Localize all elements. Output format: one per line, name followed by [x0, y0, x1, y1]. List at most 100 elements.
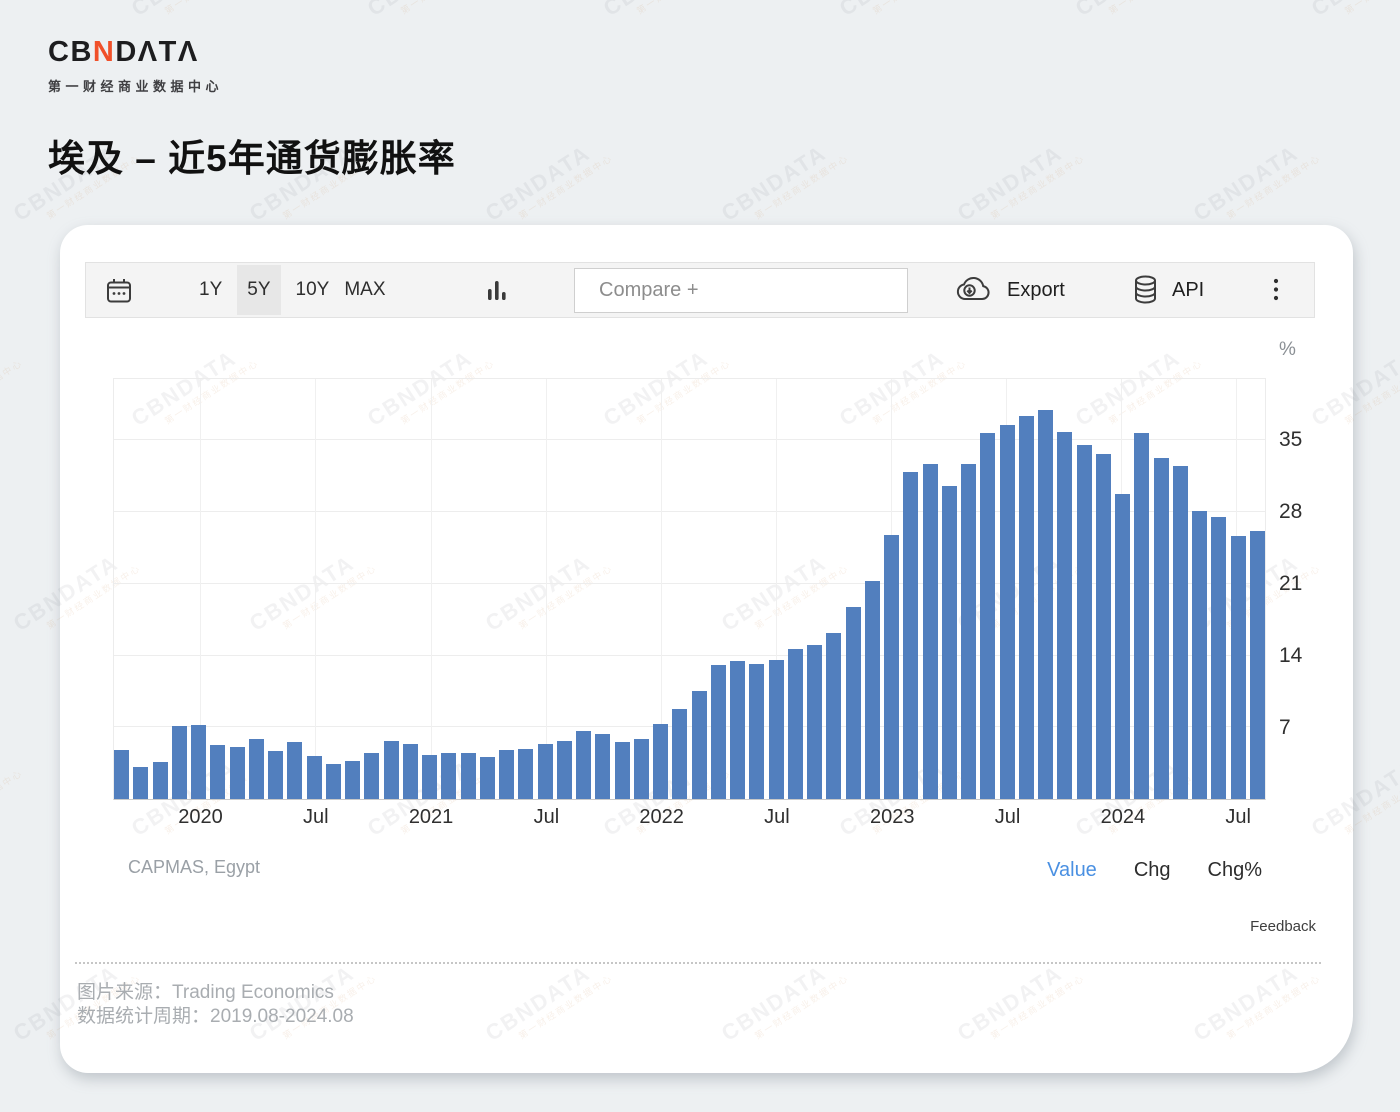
- y-axis: 714212835: [1279, 378, 1349, 800]
- y-axis-unit: %: [1279, 339, 1296, 361]
- calendar-button[interactable]: [104, 276, 134, 306]
- x-axis-label: 2021: [409, 806, 454, 829]
- bar: [807, 645, 822, 799]
- watermark: CBNDATA第一财经商业数据中心: [717, 131, 851, 236]
- kebab-icon: [1272, 276, 1280, 304]
- bar-series: [114, 379, 1265, 799]
- watermark: CBNDATA第一财经商业数据中心: [481, 131, 615, 236]
- caption-source: 图片来源：Trading Economics: [77, 981, 354, 1005]
- watermark: CBNDATA第一财经商业数据中心: [0, 746, 25, 851]
- bar: [1038, 410, 1053, 799]
- bar: [441, 753, 456, 799]
- logo-subtitle: 第一财经商业数据中心: [48, 76, 223, 95]
- watermark-text: CBNDATA: [127, 0, 255, 22]
- bar: [1211, 517, 1226, 799]
- watermark-text: CBNDATA: [363, 0, 491, 22]
- bar: [749, 664, 764, 799]
- y-axis-label: 14: [1279, 644, 1302, 668]
- watermark-text: CBNDATA: [599, 0, 727, 22]
- bar: [364, 753, 379, 799]
- watermark-subtext: 第一财经商业数据中心: [398, 0, 497, 17]
- watermark: CBNDATA第一财经商业数据中心: [953, 131, 1087, 236]
- logo-n-accent: N: [93, 36, 115, 68]
- bar: [634, 739, 649, 799]
- bar: [980, 433, 995, 799]
- bar: [692, 691, 707, 799]
- bar: [518, 749, 533, 799]
- x-axis-label: Jul: [995, 806, 1021, 829]
- chart-attribution: CAPMAS, Egypt: [128, 857, 260, 878]
- series-toggle-chg[interactable]: Chg: [1134, 859, 1171, 882]
- logo-text: CBNDΛTΛ: [48, 38, 223, 67]
- watermark: CBNDATA第一财经商业数据中心: [1071, 0, 1205, 31]
- bar: [903, 472, 918, 799]
- x-axis-label: 2022: [639, 806, 684, 829]
- watermark-text: CBNDATA: [953, 131, 1081, 227]
- database-icon: [1132, 274, 1159, 306]
- caption-period: 数据统计周期：2019.08-2024.08: [77, 1005, 354, 1029]
- bar: [499, 750, 514, 799]
- range-button-max[interactable]: MAX: [344, 279, 385, 301]
- bar: [942, 486, 957, 799]
- bar: [172, 726, 187, 799]
- bar: [595, 734, 610, 799]
- api-label: API: [1172, 279, 1204, 302]
- bar: [538, 744, 553, 799]
- dotted-divider: [75, 962, 1321, 964]
- export-button[interactable]: Export: [954, 263, 1065, 317]
- watermark: CBNDATA第一财经商业数据中心: [0, 336, 25, 441]
- chart-plot: [113, 378, 1266, 800]
- bar: [865, 581, 880, 799]
- bar: [769, 660, 784, 799]
- watermark-text: CBNDATA: [481, 131, 609, 227]
- watermark-subtext: 第一财经商业数据中心: [0, 356, 25, 427]
- bar: [153, 762, 168, 799]
- watermark-text: CBNDATA: [0, 0, 19, 22]
- bar: [230, 747, 245, 799]
- bar: [1019, 416, 1034, 799]
- bar: [711, 665, 726, 799]
- bar: [268, 751, 283, 799]
- range-button-10y[interactable]: 10Y: [296, 279, 330, 301]
- calendar-icon: [104, 276, 134, 306]
- y-axis-label: 28: [1279, 500, 1302, 524]
- x-axis-label: 2024: [1101, 806, 1146, 829]
- x-axis-label: Jul: [534, 806, 560, 829]
- compare-input[interactable]: [574, 268, 908, 313]
- bar: [249, 739, 264, 799]
- watermark: CBNDATA第一财经商业数据中心: [599, 0, 733, 31]
- x-axis-label: 2023: [870, 806, 915, 829]
- y-axis-label: 21: [1279, 572, 1302, 596]
- range-button-5y[interactable]: 5Y: [237, 265, 280, 315]
- x-axis-label: 2020: [178, 806, 223, 829]
- watermark: CBNDATA第一财经商业数据中心: [127, 0, 261, 31]
- bar: [615, 742, 630, 799]
- bar: [1057, 432, 1072, 799]
- series-toggle-value[interactable]: Value: [1047, 859, 1097, 882]
- caption-block: 图片来源：Trading Economics 数据统计周期：2019.08-20…: [77, 981, 354, 1029]
- bar: [326, 764, 341, 799]
- bar: [961, 464, 976, 799]
- range-button-1y[interactable]: 1Y: [199, 279, 222, 301]
- watermark-text: CBNDATA: [1189, 131, 1317, 227]
- api-button[interactable]: API: [1132, 263, 1204, 317]
- bar: [557, 741, 572, 799]
- watermark-subtext: 第一财经商业数据中心: [752, 151, 851, 222]
- bar: [730, 661, 745, 799]
- bar: [826, 633, 841, 799]
- bar: [133, 767, 148, 799]
- y-axis-label: 7: [1279, 716, 1291, 740]
- watermark-subtext: 第一财经商业数据中心: [0, 766, 25, 837]
- series-toggles: Value Chg Chg%: [1047, 859, 1262, 882]
- chart-type-button[interactable]: [484, 277, 510, 304]
- watermark: CBNDATA第一财经商业数据中心: [0, 0, 25, 31]
- bar: [923, 464, 938, 799]
- watermark-text: CBNDATA: [835, 0, 963, 22]
- watermark-text: CBNDATA: [0, 336, 19, 432]
- series-toggle-chgpct[interactable]: Chg%: [1208, 859, 1262, 882]
- more-menu-button[interactable]: [1272, 263, 1280, 317]
- bar: [422, 755, 437, 799]
- feedback-link[interactable]: Feedback: [1250, 918, 1316, 935]
- x-axis-label: Jul: [1225, 806, 1251, 829]
- range-selector: 1Y 5Y 10Y MAX: [199, 263, 386, 317]
